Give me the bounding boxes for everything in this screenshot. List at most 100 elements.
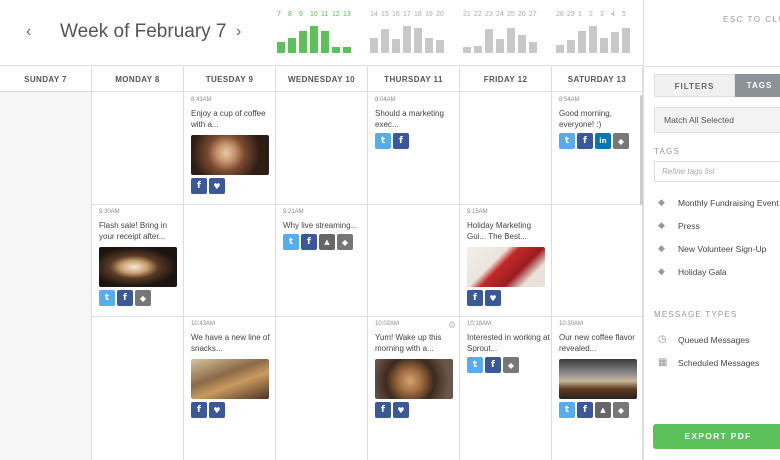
esc-to-close-hint[interactable]: ESC TO CLOSE — [723, 15, 780, 24]
twitter-icon[interactable]: t — [559, 402, 575, 418]
sparkline-day-number: 24 — [496, 11, 504, 18]
tag-filter-item[interactable]: ◆ New Volunteer Sign-Up — [658, 244, 766, 254]
tag-filter-item[interactable]: ◆ Holiday Gala — [658, 267, 727, 277]
tag-label: Press — [678, 221, 700, 231]
heart-icon[interactable]: ♥ — [393, 402, 409, 418]
sparkline-day-number: 3 — [600, 11, 604, 18]
heart-icon[interactable]: ♥ — [209, 178, 225, 194]
twitter-icon[interactable]: t — [375, 133, 391, 149]
post-text: Our new coffee flavor revealed... — [559, 333, 635, 353]
post-image[interactable] — [99, 247, 177, 287]
facebook-icon[interactable]: f — [577, 402, 593, 418]
post-text: We have a new line of snacks... — [191, 333, 270, 353]
facebook-icon[interactable]: f — [191, 178, 207, 194]
calendar-grid: 8:43AM Enjoy a cup of coffee with a... f ♥ 8… — [0, 92, 643, 460]
week-sparkline-3[interactable]: 21 22 23 24 25 26 27 — [463, 11, 543, 55]
facebook-icon[interactable]: f — [393, 133, 409, 149]
sparkline-bars — [556, 23, 636, 53]
tag-icon[interactable]: ◆ — [337, 234, 353, 250]
scheduled-post[interactable]: 10:02AM Yum! Wake up this morning with a.… — [375, 320, 459, 418]
facebook-icon[interactable]: f — [117, 290, 133, 306]
settings-gear-icon[interactable]: ⚙ — [448, 320, 456, 331]
post-image[interactable] — [559, 359, 637, 399]
scheduled-post[interactable]: 9:30AM Flash sale! Bring in your receipt … — [99, 208, 183, 306]
post-image[interactable] — [191, 135, 269, 175]
sparkline-bar — [556, 45, 564, 53]
sparkline-day-number: 10 — [310, 11, 318, 18]
tag-icon[interactable]: ◆ — [613, 402, 629, 418]
facebook-icon[interactable]: f — [375, 402, 391, 418]
day-header-2: MONDAY 8 — [92, 67, 184, 92]
twitter-icon[interactable]: t — [467, 357, 483, 373]
heart-icon[interactable]: ♥ — [209, 402, 225, 418]
post-network-icons: t f ◆ — [99, 290, 183, 306]
scheduled-post[interactable]: 8:43AM Enjoy a cup of coffee with a... f ♥ — [191, 96, 275, 194]
export-pdf-button[interactable]: EXPORT PDF — [653, 424, 780, 449]
facebook-icon[interactable]: f — [485, 357, 501, 373]
scheduled-post[interactable]: 8:54AM Good morning, everyone! :) t f in ◆ — [559, 96, 643, 149]
next-week-button[interactable]: › — [236, 22, 241, 42]
sparkline-day-number: 9 — [299, 11, 303, 18]
message-type-item[interactable]: ▦ Scheduled Messages — [658, 357, 759, 369]
network-icon[interactable]: ▲ — [595, 402, 611, 418]
previous-week-button[interactable]: ‹ — [26, 22, 31, 42]
post-image[interactable] — [375, 359, 453, 399]
scheduled-post[interactable]: 10:18AM Interested in working at Sprout..… — [467, 320, 551, 373]
twitter-icon[interactable]: t — [99, 290, 115, 306]
post-image[interactable] — [467, 247, 545, 287]
network-icon[interactable]: ▲ — [319, 234, 335, 250]
sparkline-bar — [299, 31, 307, 53]
tab-tags[interactable]: TAGS — [735, 74, 780, 97]
sparkline-day-number: 15 — [381, 11, 389, 18]
sparkline-bar — [403, 26, 411, 53]
week-sparkline-2[interactable]: 14 15 16 17 18 19 20 — [370, 11, 450, 55]
scheduled-post[interactable]: 9:15AM Holiday Marketing Gui... The Best.… — [467, 208, 551, 306]
facebook-icon[interactable]: f — [301, 234, 317, 250]
message-type-item[interactable]: ◷ Queued Messages — [658, 334, 749, 346]
week-sparkline-1[interactable]: 7 8 9 10 11 12 13 — [277, 11, 357, 55]
post-text: Flash sale! Bring in your receipt after.… — [99, 221, 168, 241]
scheduled-post[interactable]: 10:30AM Our new coffee flavor revealed...… — [559, 320, 643, 418]
scheduled-post[interactable]: 9:21AM Why live streaming... t f ▲ ◆ — [283, 208, 367, 250]
linkedin-icon[interactable]: in — [595, 133, 611, 149]
tab-filters[interactable]: FILTERS — [654, 74, 735, 97]
scheduled-post[interactable]: 10:43AM We have a new line of snacks... f ♥ — [191, 320, 275, 418]
tag-label: New Volunteer Sign-Up — [678, 244, 767, 254]
tag-icon[interactable]: ◆ — [135, 290, 151, 306]
sparkline-bar — [414, 28, 422, 53]
facebook-icon[interactable]: f — [467, 290, 483, 306]
sparkline-day-number: 4 — [611, 11, 615, 18]
sparkline-day-number: 29 — [567, 11, 575, 18]
sparkline-bar — [436, 40, 444, 53]
tag-icon[interactable]: ◆ — [613, 133, 629, 149]
sparkline-day-number: 2 — [589, 11, 593, 18]
calendar-scrollbar[interactable] — [640, 95, 643, 205]
tag-icon: ◆ — [658, 243, 665, 254]
sparkline-day-number: 7 — [277, 11, 281, 18]
scheduled-post[interactable]: 8:04AM Should a marketing exec... t f — [375, 96, 459, 149]
tag-filter-item[interactable]: ◆ Monthly Fundraising Event — [658, 198, 779, 208]
tag-icon[interactable]: ◆ — [503, 357, 519, 373]
post-text: Interested in working at Sprout... — [467, 333, 550, 353]
match-mode-select[interactable]: Match All Selected — [654, 107, 780, 133]
sparkline-day-number: 8 — [288, 11, 292, 18]
tag-filter-item[interactable]: ◆ Press — [658, 221, 700, 231]
sparkline-bar — [392, 39, 400, 53]
facebook-icon[interactable]: f — [577, 133, 593, 149]
week-sparkline-4[interactable]: 28 29 1 2 3 4 5 — [556, 11, 636, 55]
refine-tags-input[interactable]: Refine tags list — [654, 161, 780, 182]
day-column-4 — [276, 92, 368, 460]
twitter-icon[interactable]: t — [283, 234, 299, 250]
sparkline-bar — [277, 42, 285, 53]
sparkline-bar — [321, 31, 329, 53]
post-network-icons: t f ◆ — [467, 357, 551, 373]
facebook-icon[interactable]: f — [191, 402, 207, 418]
post-image[interactable] — [191, 359, 269, 399]
calendar-topbar: ‹ Week of February 7 › 7 8 9 10 11 12 13 14 15 16… — [0, 0, 643, 66]
twitter-icon[interactable]: t — [559, 133, 575, 149]
day-column-1 — [0, 92, 92, 460]
post-text: Why live streaming... — [283, 221, 358, 230]
heart-icon[interactable]: ♥ — [485, 290, 501, 306]
post-text: Yum! Wake up this morning with a... — [375, 333, 442, 353]
sparkline-bar — [518, 35, 526, 53]
